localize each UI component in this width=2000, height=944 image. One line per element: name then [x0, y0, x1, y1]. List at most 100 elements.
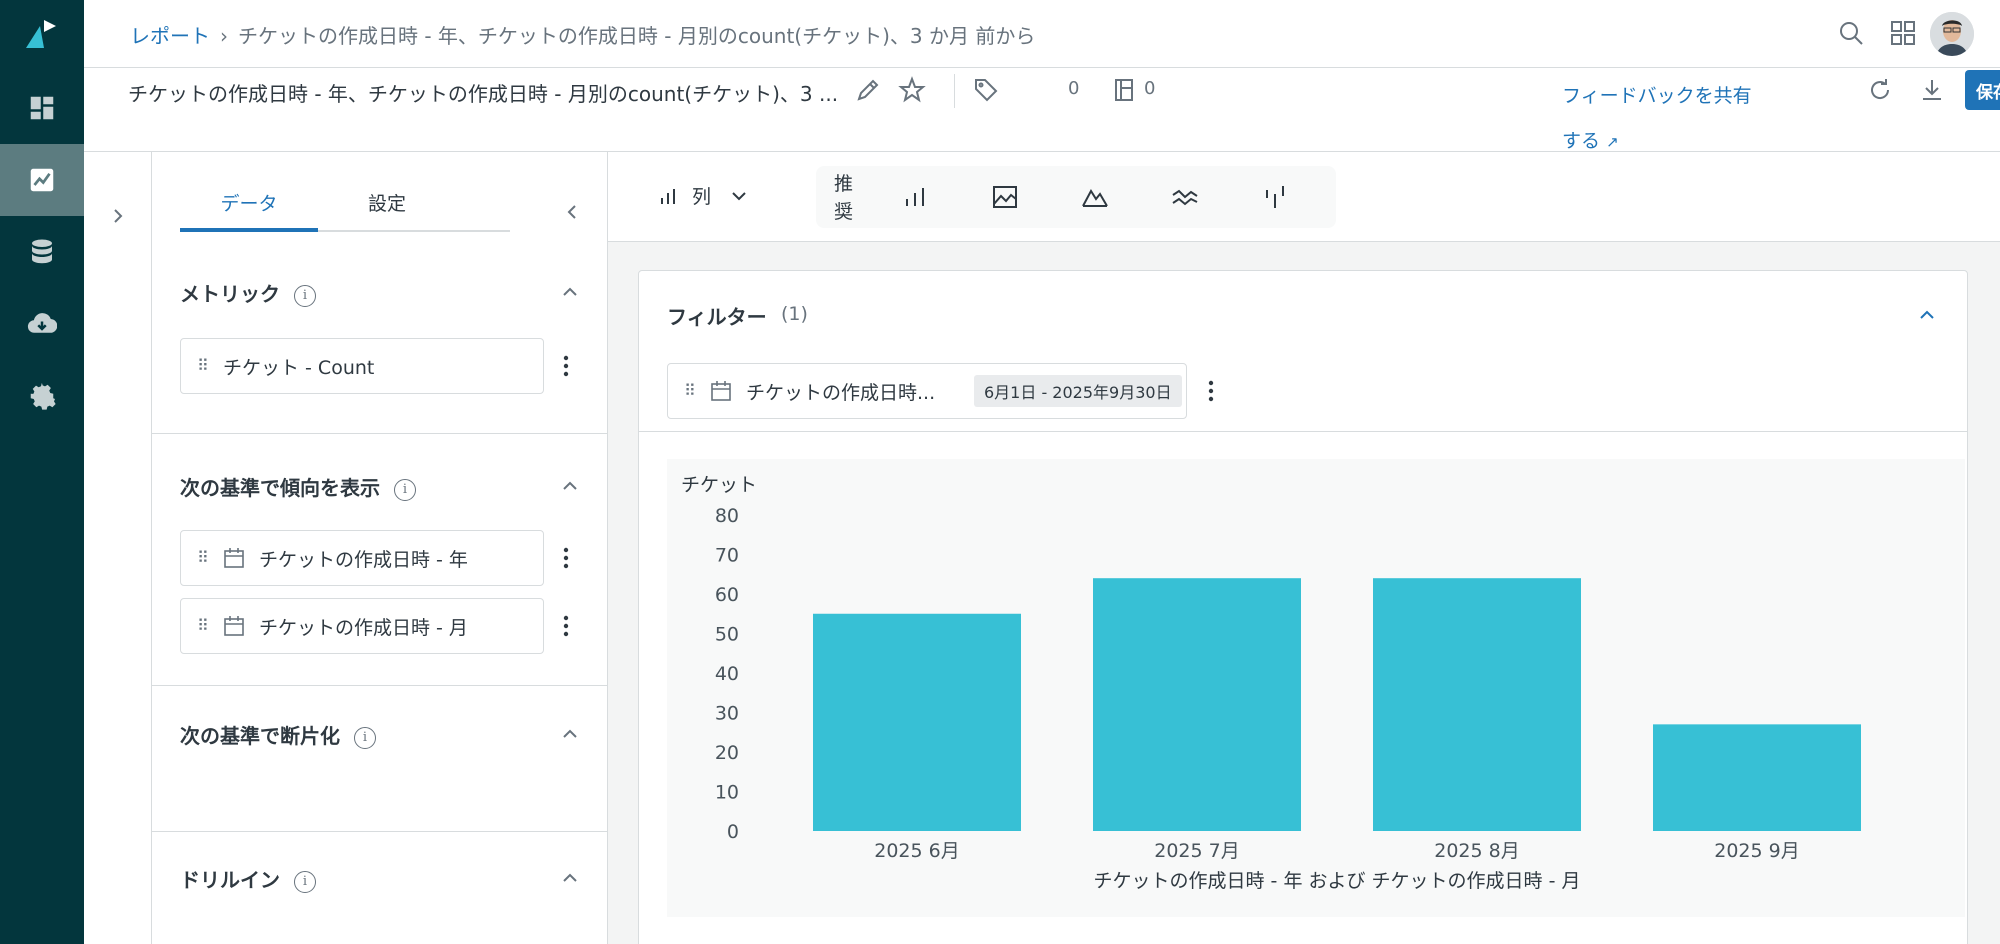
x-tick-label: 2025 9月	[1714, 840, 1799, 862]
metric-pill-ticket-count[interactable]: ⠿ チケット - Count	[180, 338, 544, 394]
calendar-icon	[711, 381, 731, 401]
info-icon[interactable]: i	[394, 479, 416, 501]
trend-heading: 次の基準で傾向を表示 i	[180, 472, 416, 501]
trend-pill-year[interactable]: ⠿ チケットの作成日時 - 年	[180, 530, 544, 586]
drill-in-section: ドリルイン i	[152, 832, 608, 944]
filter-options-kebab-icon[interactable]	[1201, 363, 1221, 419]
collapse-chevron-up-icon[interactable]	[560, 868, 580, 888]
dashboard-usage-icon[interactable]	[1110, 76, 1138, 104]
report-title-bar: チケットの作成日時 - 年、チケットの作成日時 - 月別のcount(チケット)…	[84, 68, 2000, 152]
trend-heading-label: 次の基準で傾向を表示	[180, 476, 380, 500]
metrics-heading: メトリック i	[180, 278, 316, 307]
dashboard-count: 0	[1144, 78, 1156, 99]
column-chart-icon[interactable]	[900, 182, 930, 212]
trend-by-section: 次の基準で傾向を表示 i ⠿ チケットの作成日時 - 年 ⠿ チケットの作成日時 …	[152, 434, 608, 686]
share-feedback-label: フィードバックを共有する	[1562, 85, 1752, 152]
slice-heading-label: 次の基準で断片化	[180, 724, 340, 748]
chart-bar[interactable]	[813, 613, 1021, 831]
zendesk-explore-logo-icon[interactable]	[22, 14, 62, 54]
settings-icon[interactable]	[0, 360, 84, 432]
drag-handle-icon[interactable]: ⠿	[684, 383, 696, 399]
tab-settings[interactable]: 設定	[318, 186, 456, 232]
drag-handle-icon[interactable]: ⠿	[197, 618, 209, 634]
info-icon[interactable]: i	[294, 285, 316, 307]
column-chart-icon	[661, 188, 675, 204]
info-icon[interactable]: i	[294, 871, 316, 893]
database-icon[interactable]	[0, 216, 84, 288]
drill-heading-label: ドリルイン	[180, 868, 280, 892]
favorite-star-icon[interactable]	[898, 76, 926, 104]
report-title: チケットの作成日時 - 年、チケットの作成日時 - 月別のcount(チケット)…	[128, 82, 839, 106]
candle-chart-icon[interactable]	[1260, 182, 1290, 212]
trend-month-options-kebab-icon[interactable]	[556, 598, 576, 654]
external-link-icon: ↗	[1606, 133, 1619, 151]
download-icon[interactable]	[0, 288, 84, 360]
report-card: フィルター (1) ⠿ チケットの作成日時... 6月1日 - 2025年9月3…	[638, 270, 1968, 944]
y-tick-label: 50	[715, 624, 739, 646]
report-config-panel: データ 設定 メトリック i ⠿ チケット - Count 次の基準で傾向を表示 i…	[152, 152, 608, 944]
reports-icon[interactable]	[0, 144, 84, 216]
metrics-section: メトリック i ⠿ チケット - Count	[152, 244, 608, 434]
calendar-icon	[224, 548, 244, 568]
drag-handle-icon[interactable]: ⠿	[197, 358, 209, 374]
chart-bar[interactable]	[1093, 578, 1301, 831]
breadcrumb-reports-link[interactable]: レポート	[130, 24, 210, 48]
x-tick-label: 2025 8月	[1434, 840, 1519, 862]
user-avatar[interactable]	[1930, 12, 1974, 56]
y-tick-label: 70	[715, 545, 739, 567]
search-icon[interactable]	[1836, 18, 1866, 48]
area-image-icon[interactable]	[990, 182, 1020, 212]
trend-pill-month[interactable]: ⠿ チケットの作成日時 - 月	[180, 598, 544, 654]
x-axis-label: チケットの作成日時 - 年 および チケットの作成日時 - 月	[1094, 870, 1581, 892]
tag-count: 0	[1068, 78, 1080, 99]
sparkline-icon[interactable]	[1170, 182, 1200, 212]
drag-handle-icon[interactable]: ⠿	[197, 550, 209, 566]
metric-pill-label: チケット - Count	[223, 356, 375, 379]
filter-count: (1)	[781, 303, 808, 325]
chart-bar[interactable]	[1373, 578, 1581, 831]
collapse-panel-chevron-left-icon[interactable]	[562, 202, 582, 222]
save-button[interactable]: 保存	[1965, 70, 2000, 110]
y-tick-label: 60	[715, 584, 739, 606]
bar-chart: チケット 0 10 20 30 40 50 60 70 80 2025 6月 2025 7月 2025 …	[681, 474, 1861, 892]
trend-year-options-kebab-icon[interactable]	[556, 530, 576, 586]
trend-pill-label: チケットの作成日時 - 年	[259, 548, 468, 571]
y-axis-label: チケット	[681, 474, 757, 496]
panel-tabs: データ 設定	[180, 186, 510, 232]
product-tray-grid-icon[interactable]	[1888, 18, 1918, 48]
x-tick-label: 2025 7月	[1154, 840, 1239, 862]
download-report-icon[interactable]	[1918, 76, 1946, 104]
trend-pill-label: チケットの作成日時 - 月	[259, 616, 468, 639]
suggested-label: 推奨	[834, 173, 854, 223]
filter-heading: フィルター	[667, 305, 767, 329]
collapse-chevron-up-icon[interactable]	[560, 282, 580, 302]
filter-collapse-chevron-up-icon[interactable]	[1917, 305, 1937, 325]
breadcrumb-current: チケットの作成日時 - 年、チケットの作成日時 - 月別のcount(チケット)…	[238, 24, 1036, 48]
report-canvas: フィルター (1) ⠿ チケットの作成日時... 6月1日 - 2025年9月3…	[608, 242, 2000, 944]
refresh-icon[interactable]	[1866, 76, 1894, 104]
expand-sidebar-column	[84, 152, 152, 944]
filter-date-range-badge: 6月1日 - 2025年9月30日	[974, 375, 1182, 407]
breadcrumb: レポート › チケットの作成日時 - 年、チケットの作成日時 - 月別のcount(…	[130, 20, 1035, 49]
tag-icon[interactable]	[954, 76, 998, 104]
collapse-chevron-up-icon[interactable]	[560, 476, 580, 496]
chart-type-label: 列	[692, 186, 712, 208]
date-filter-pill[interactable]: ⠿ チケットの作成日時... 6月1日 - 2025年9月30日	[667, 363, 1187, 419]
y-tick-label: 80	[715, 505, 739, 527]
slice-heading: 次の基準で断片化 i	[180, 720, 376, 749]
metrics-heading-label: メトリック	[180, 282, 280, 306]
edit-pencil-icon[interactable]	[854, 76, 882, 104]
dashboard-icon[interactable]	[0, 72, 84, 144]
collapse-chevron-up-icon[interactable]	[560, 724, 580, 744]
chart-bar[interactable]	[1653, 724, 1861, 831]
chart-type-dropdown[interactable]: 列	[658, 182, 749, 209]
tab-data[interactable]: データ	[180, 186, 318, 232]
metric-options-kebab-icon[interactable]	[556, 338, 576, 394]
mountain-chart-icon[interactable]	[1080, 182, 1110, 212]
info-icon[interactable]: i	[354, 727, 376, 749]
breadcrumb-chevron-icon: ›	[220, 24, 228, 48]
top-bar: レポート › チケットの作成日時 - 年、チケットの作成日時 - 月別のcount(…	[84, 0, 2000, 68]
expand-chevron-right-icon[interactable]	[108, 206, 128, 226]
y-tick-label: 20	[715, 742, 739, 764]
calendar-icon	[224, 616, 244, 636]
